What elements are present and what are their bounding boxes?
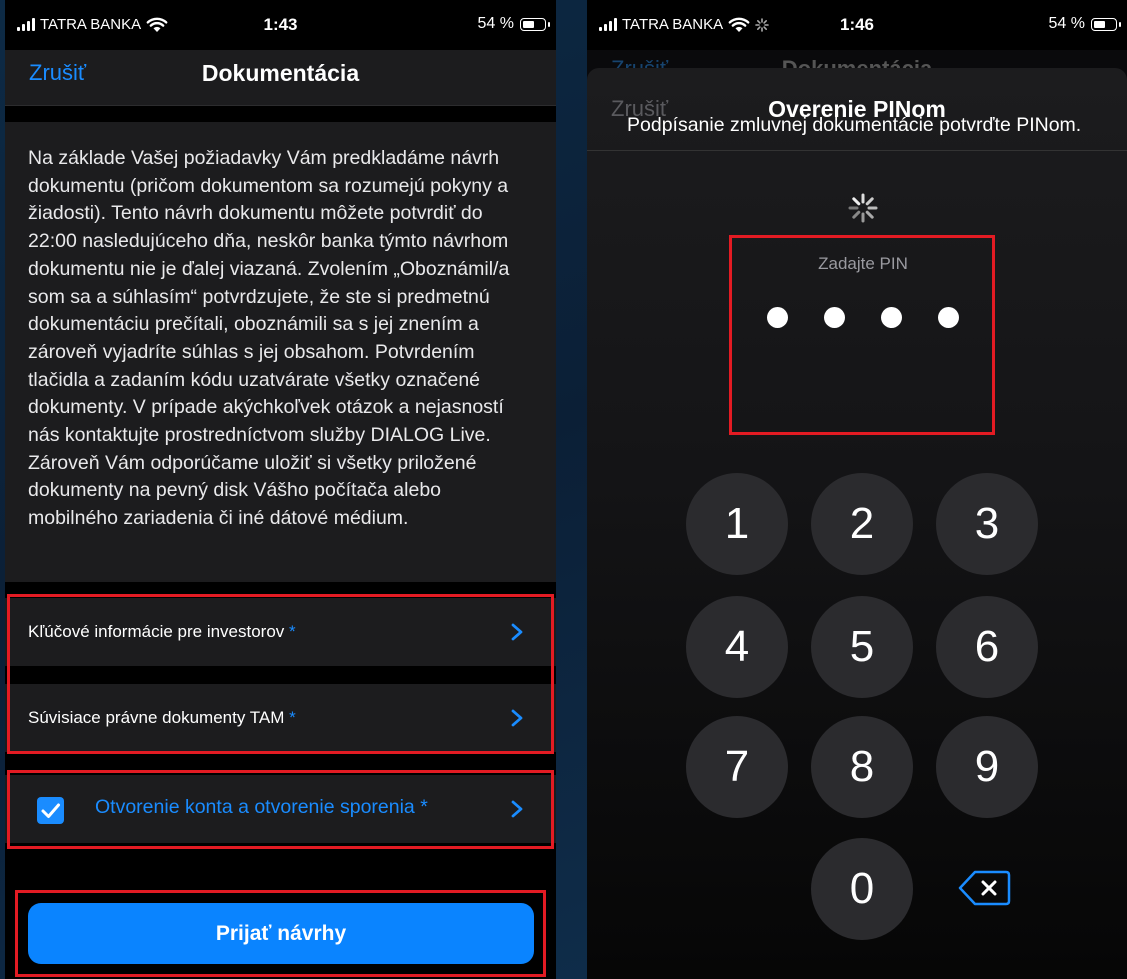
clock: 1:46 <box>839 15 875 34</box>
pin-prompt: Podpísanie zmluvnej dokumentácie potvrďt… <box>627 114 1082 136</box>
key-0[interactable]: 0 <box>811 838 913 940</box>
chevron-right-icon <box>511 800 523 818</box>
backspace-icon <box>958 870 1011 906</box>
key-6[interactable]: 6 <box>936 596 1038 698</box>
loading-spinner-icon <box>848 193 878 223</box>
document-row-label: Súvisiace právne dokumenty TAM * <box>28 708 296 728</box>
status-bar: TATRA BANKA 1:43 54 % <box>5 0 556 50</box>
pin-label: Zadajte PIN <box>818 254 908 273</box>
required-marker: * <box>420 796 428 818</box>
key-1[interactable]: 1 <box>686 473 788 575</box>
key-9[interactable]: 9 <box>936 716 1038 818</box>
row-label-text: Otvorenie konta a otvorenie sporenia <box>95 796 415 818</box>
chevron-right-icon <box>511 623 523 641</box>
battery-percent: 54 % <box>1048 15 1085 32</box>
document-row-label: Kľúčové informácie pre investorov * <box>28 622 296 642</box>
document-row-account-opening[interactable]: Otvorenie konta a otvorenie sporenia * <box>5 775 556 843</box>
battery-icon <box>520 17 550 31</box>
sheet-nav-bar: Zrušiť Overenie PINom <box>587 68 1127 151</box>
required-marker: * <box>289 622 296 641</box>
battery-group: 54 % <box>1048 15 1121 33</box>
pin-entry: Zadajte PIN <box>733 170 993 364</box>
key-5[interactable]: 5 <box>811 596 913 698</box>
accept-proposals-button[interactable]: Prijať návrhy <box>28 903 534 964</box>
key-3[interactable]: 3 <box>936 473 1038 575</box>
row-label-text: Kľúčové informácie pre investorov <box>28 622 285 641</box>
pin-dot <box>767 307 788 328</box>
required-marker: * <box>289 708 296 727</box>
delete-button[interactable] <box>957 868 1013 908</box>
accept-checkbox[interactable] <box>37 797 64 824</box>
chevron-right-icon <box>511 709 523 727</box>
document-row-key-investor-info[interactable]: Kľúčové informácie pre investorov * <box>5 598 556 666</box>
battery-icon <box>1091 17 1121 31</box>
documentation-screen: TATRA BANKA 1:43 54 % Zrušiť Dokumentáci… <box>5 0 556 979</box>
status-bar: TATRA BANKA 1:46 54 % <box>587 0 1127 50</box>
key-7[interactable]: 7 <box>686 716 788 818</box>
page-title: Dokumentácia <box>201 60 360 86</box>
row-label-text: Súvisiace právne dokumenty TAM <box>28 708 285 727</box>
key-4[interactable]: 4 <box>686 596 788 698</box>
key-2[interactable]: 2 <box>811 473 913 575</box>
pin-dot <box>938 307 959 328</box>
battery-percent: 54 % <box>477 15 514 32</box>
pin-dot <box>824 307 845 328</box>
battery-group: 54 % <box>477 15 550 33</box>
pin-dot <box>881 307 902 328</box>
document-info-card: Na základe Vašej požiadavky Vám predklad… <box>5 122 556 582</box>
pin-verification-screen: TATRA BANKA 1:46 54 % Zrušiť Dokumen <box>587 0 1127 979</box>
document-row-legal-documents[interactable]: Súvisiace právne dokumenty TAM * <box>5 684 556 752</box>
document-row-label: Otvorenie konta a otvorenie sporenia * <box>95 796 428 819</box>
pin-dots <box>733 307 993 328</box>
key-8[interactable]: 8 <box>811 716 913 818</box>
document-info-text: Na základe Vašej požiadavky Vám predklad… <box>28 147 510 530</box>
clock: 1:43 <box>263 15 298 34</box>
checkmark-icon <box>41 803 60 818</box>
nav-bar: Zrušiť Dokumentácia <box>5 50 556 106</box>
